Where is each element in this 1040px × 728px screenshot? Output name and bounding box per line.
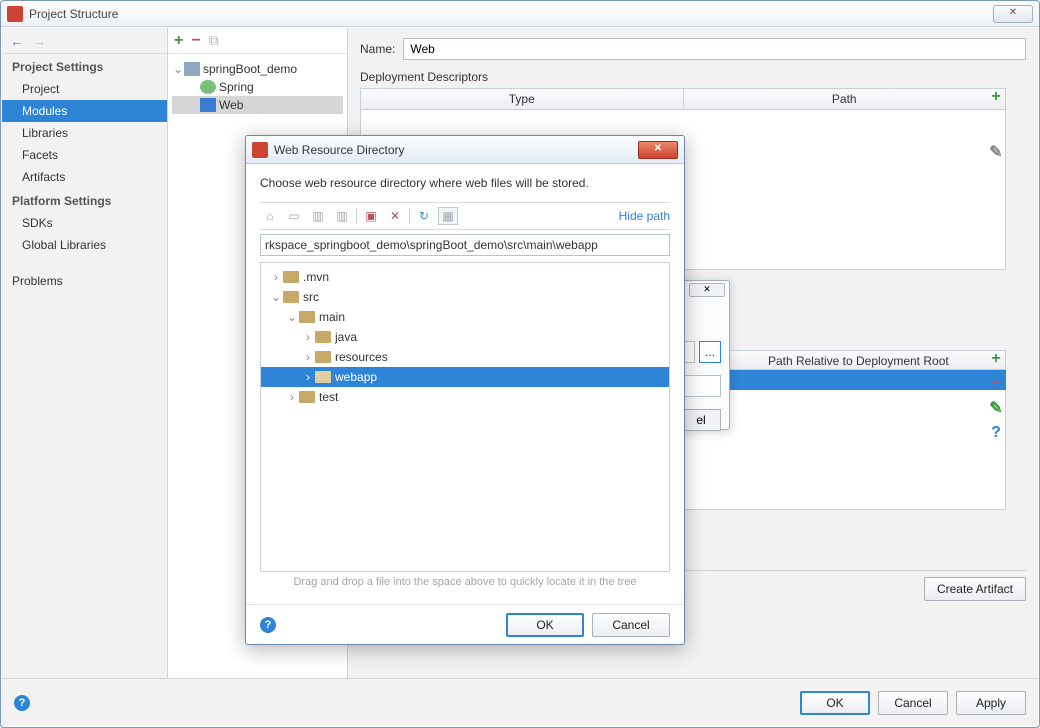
spring-icon xyxy=(200,80,216,94)
cancel-button[interactable]: Cancel xyxy=(878,691,948,715)
add-dd-icon[interactable]: + xyxy=(991,88,1000,106)
tree-spring[interactable]: Spring xyxy=(172,78,343,96)
nav-section-platform: Platform Settings xyxy=(2,188,167,212)
tree-root[interactable]: ⌄springBoot_demo xyxy=(172,60,343,78)
app-icon xyxy=(7,6,23,22)
popup-close-icon[interactable]: ✕ xyxy=(689,283,725,297)
tree-java[interactable]: ›java xyxy=(261,327,669,347)
module-icon xyxy=(184,62,200,76)
tree-mvn[interactable]: ›.mvn xyxy=(261,267,669,287)
module-icon[interactable]: ▥ xyxy=(332,207,352,225)
create-artifact-button[interactable]: Create Artifact xyxy=(924,577,1026,601)
edit-dd-icon[interactable]: ✎ xyxy=(989,142,1002,162)
dialog-hint: Drag and drop a file into the space abov… xyxy=(260,572,670,592)
tree-test[interactable]: ›test xyxy=(261,387,669,407)
add-icon[interactable]: + xyxy=(174,32,183,50)
nav-global-libraries[interactable]: Global Libraries xyxy=(2,234,167,256)
nav-artifacts[interactable]: Artifacts xyxy=(2,166,167,188)
th-type: Type xyxy=(361,89,684,109)
folder-icon xyxy=(299,391,315,403)
tree-src[interactable]: ⌄src xyxy=(261,287,669,307)
nav-sdks[interactable]: SDKs xyxy=(2,212,167,234)
titlebar: Project Structure ✕ xyxy=(1,1,1039,27)
nav-modules[interactable]: Modules xyxy=(2,100,167,122)
th-relpath: Path Relative to Deployment Root xyxy=(712,351,1005,369)
desktop-icon[interactable]: ▭ xyxy=(284,207,304,225)
dialog-ok-button[interactable]: OK xyxy=(506,613,584,637)
nav-problems[interactable]: Problems xyxy=(2,270,167,292)
web-resource-directory-dialog: Web Resource Directory ✕ Choose web reso… xyxy=(245,135,685,645)
tree-resources[interactable]: ›resources xyxy=(261,347,669,367)
dd-label: Deployment Descriptors xyxy=(360,70,1026,84)
dialog-cancel-button[interactable]: Cancel xyxy=(592,613,670,637)
folder-icon xyxy=(299,311,315,323)
dialog-close-button[interactable]: ✕ xyxy=(638,141,678,159)
nav-libraries[interactable]: Libraries xyxy=(2,122,167,144)
folder-icon xyxy=(283,271,299,283)
refresh-icon[interactable]: ↻ xyxy=(414,207,434,225)
close-button[interactable]: ✕ xyxy=(993,5,1033,23)
folder-icon xyxy=(283,291,299,303)
forward-icon[interactable]: → xyxy=(32,33,46,49)
nav-section-project: Project Settings xyxy=(2,54,167,78)
delete-icon[interactable]: ✕ xyxy=(385,207,405,225)
add-res-icon[interactable]: + xyxy=(991,350,1000,368)
folder-icon xyxy=(315,371,331,383)
nav-project[interactable]: Project xyxy=(2,78,167,100)
hide-path-link[interactable]: Hide path xyxy=(619,209,670,223)
back-icon[interactable]: ← xyxy=(10,33,24,49)
tree-web[interactable]: Web xyxy=(172,96,343,114)
nav-toolbar: ← → xyxy=(2,28,167,54)
remove-res-icon[interactable]: − xyxy=(991,374,1000,392)
name-input[interactable] xyxy=(403,38,1026,60)
dialog-message: Choose web resource directory where web … xyxy=(260,176,670,190)
tree-main[interactable]: ⌄main xyxy=(261,307,669,327)
popup-cancel-button[interactable]: el xyxy=(681,409,721,431)
directory-tree[interactable]: ›.mvn ⌄src ⌄main ›java ›resources ›webap… xyxy=(260,262,670,572)
show-hidden-icon[interactable]: ▦ xyxy=(438,207,458,225)
nav-facets[interactable]: Facets xyxy=(2,144,167,166)
dialog-toolbar: ⌂ ▭ ▥ ▥ ▣ ✕ ↻ ▦ Hide path xyxy=(260,202,670,230)
tree-webapp[interactable]: ›webapp xyxy=(261,367,669,387)
ok-button[interactable]: OK xyxy=(800,691,870,715)
web-icon xyxy=(200,98,216,112)
dialog-help-icon[interactable]: ? xyxy=(260,617,276,633)
module-tree: ⌄springBoot_demo Spring Web xyxy=(168,54,347,120)
folder-icon xyxy=(315,331,331,343)
help-icon[interactable]: ? xyxy=(14,695,30,711)
dialog-footer: ? OK Cancel Apply xyxy=(2,678,1038,726)
dialog-icon xyxy=(252,142,268,158)
new-folder-icon[interactable]: ▣ xyxy=(361,207,381,225)
dialog-titlebar: Web Resource Directory ✕ xyxy=(246,136,684,164)
project-icon[interactable]: ▥ xyxy=(308,207,328,225)
window-title: Project Structure xyxy=(29,7,993,21)
home-icon[interactable]: ⌂ xyxy=(260,207,280,225)
copy-icon[interactable]: ⧉ xyxy=(209,32,219,49)
dd-table-header: Type Path xyxy=(360,88,1006,110)
dialog-title: Web Resource Directory xyxy=(274,143,638,157)
folder-icon xyxy=(315,351,331,363)
th-path: Path xyxy=(684,89,1006,109)
module-toolbar: + − ⧉ xyxy=(168,28,347,54)
popup-browse-button[interactable]: ... xyxy=(699,341,721,363)
apply-button[interactable]: Apply xyxy=(956,691,1026,715)
name-label: Name: xyxy=(360,42,395,56)
left-nav: ← → Project Settings Project Modules Lib… xyxy=(2,28,168,678)
remove-icon[interactable]: − xyxy=(191,32,200,50)
path-input[interactable] xyxy=(260,234,670,256)
help-res-icon[interactable]: ? xyxy=(991,424,1001,442)
edit-res-icon[interactable]: ✎ xyxy=(989,398,1002,418)
